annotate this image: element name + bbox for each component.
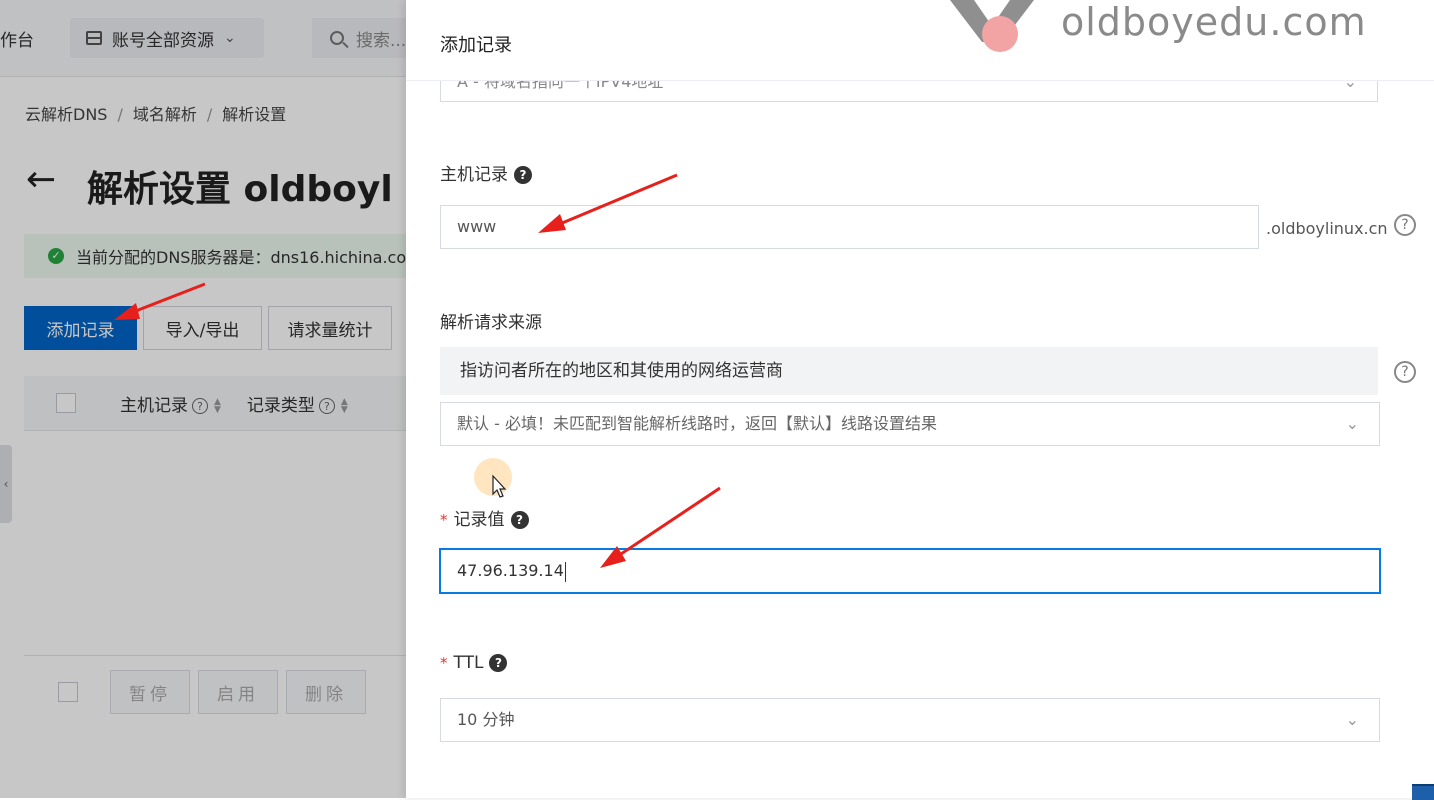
record-value-label: * 记录值?: [440, 505, 529, 530]
ttl-label: * TTL?: [440, 653, 508, 673]
ttl-select[interactable]: 10 分钟 ⌄: [440, 698, 1380, 742]
host-record-label: 主机记录?: [440, 160, 532, 185]
domain-suffix: .oldboylinux.cn: [1266, 219, 1388, 238]
required-mark: *: [440, 511, 448, 529]
resolution-line-select[interactable]: 默认 - 必填！未匹配到智能解析线路时，返回【默认】线路设置结果 ⌄: [440, 402, 1380, 446]
logo-mark-icon: [950, 0, 1034, 52]
record-value-input[interactable]: 47.96.139.14: [440, 549, 1380, 593]
resolution-line-label: 解析请求来源: [440, 313, 542, 333]
text-caret: [564, 561, 566, 582]
overlay-mask[interactable]: [0, 0, 406, 798]
chevron-down-icon: ⌄: [1345, 414, 1359, 433]
host-record-input[interactable]: www: [440, 205, 1259, 249]
drawer-title: 添加记录: [440, 35, 512, 56]
help-icon[interactable]: ?: [489, 654, 508, 672]
help-icon[interactable]: ?: [514, 166, 532, 184]
help-icon[interactable]: ?: [510, 511, 529, 529]
help-circle-icon[interactable]: ?: [1394, 214, 1416, 236]
resolution-line-hint: 指访问者所在的地区和其使用的网络运营商: [440, 347, 1378, 395]
cursor-highlight: [474, 458, 512, 496]
add-record-drawer: 添加记录 oldboyedu.com A - 将域名指向一个IPV4地址 ⌄ 主…: [406, 0, 1434, 798]
watermark-text: oldboyedu.com: [1061, 0, 1367, 44]
watermark-logo: oldboyedu.com: [946, 0, 1434, 60]
required-mark: *: [440, 654, 448, 672]
help-circle-icon[interactable]: ?: [1394, 361, 1416, 383]
chevron-down-icon: ⌄: [1345, 710, 1359, 729]
